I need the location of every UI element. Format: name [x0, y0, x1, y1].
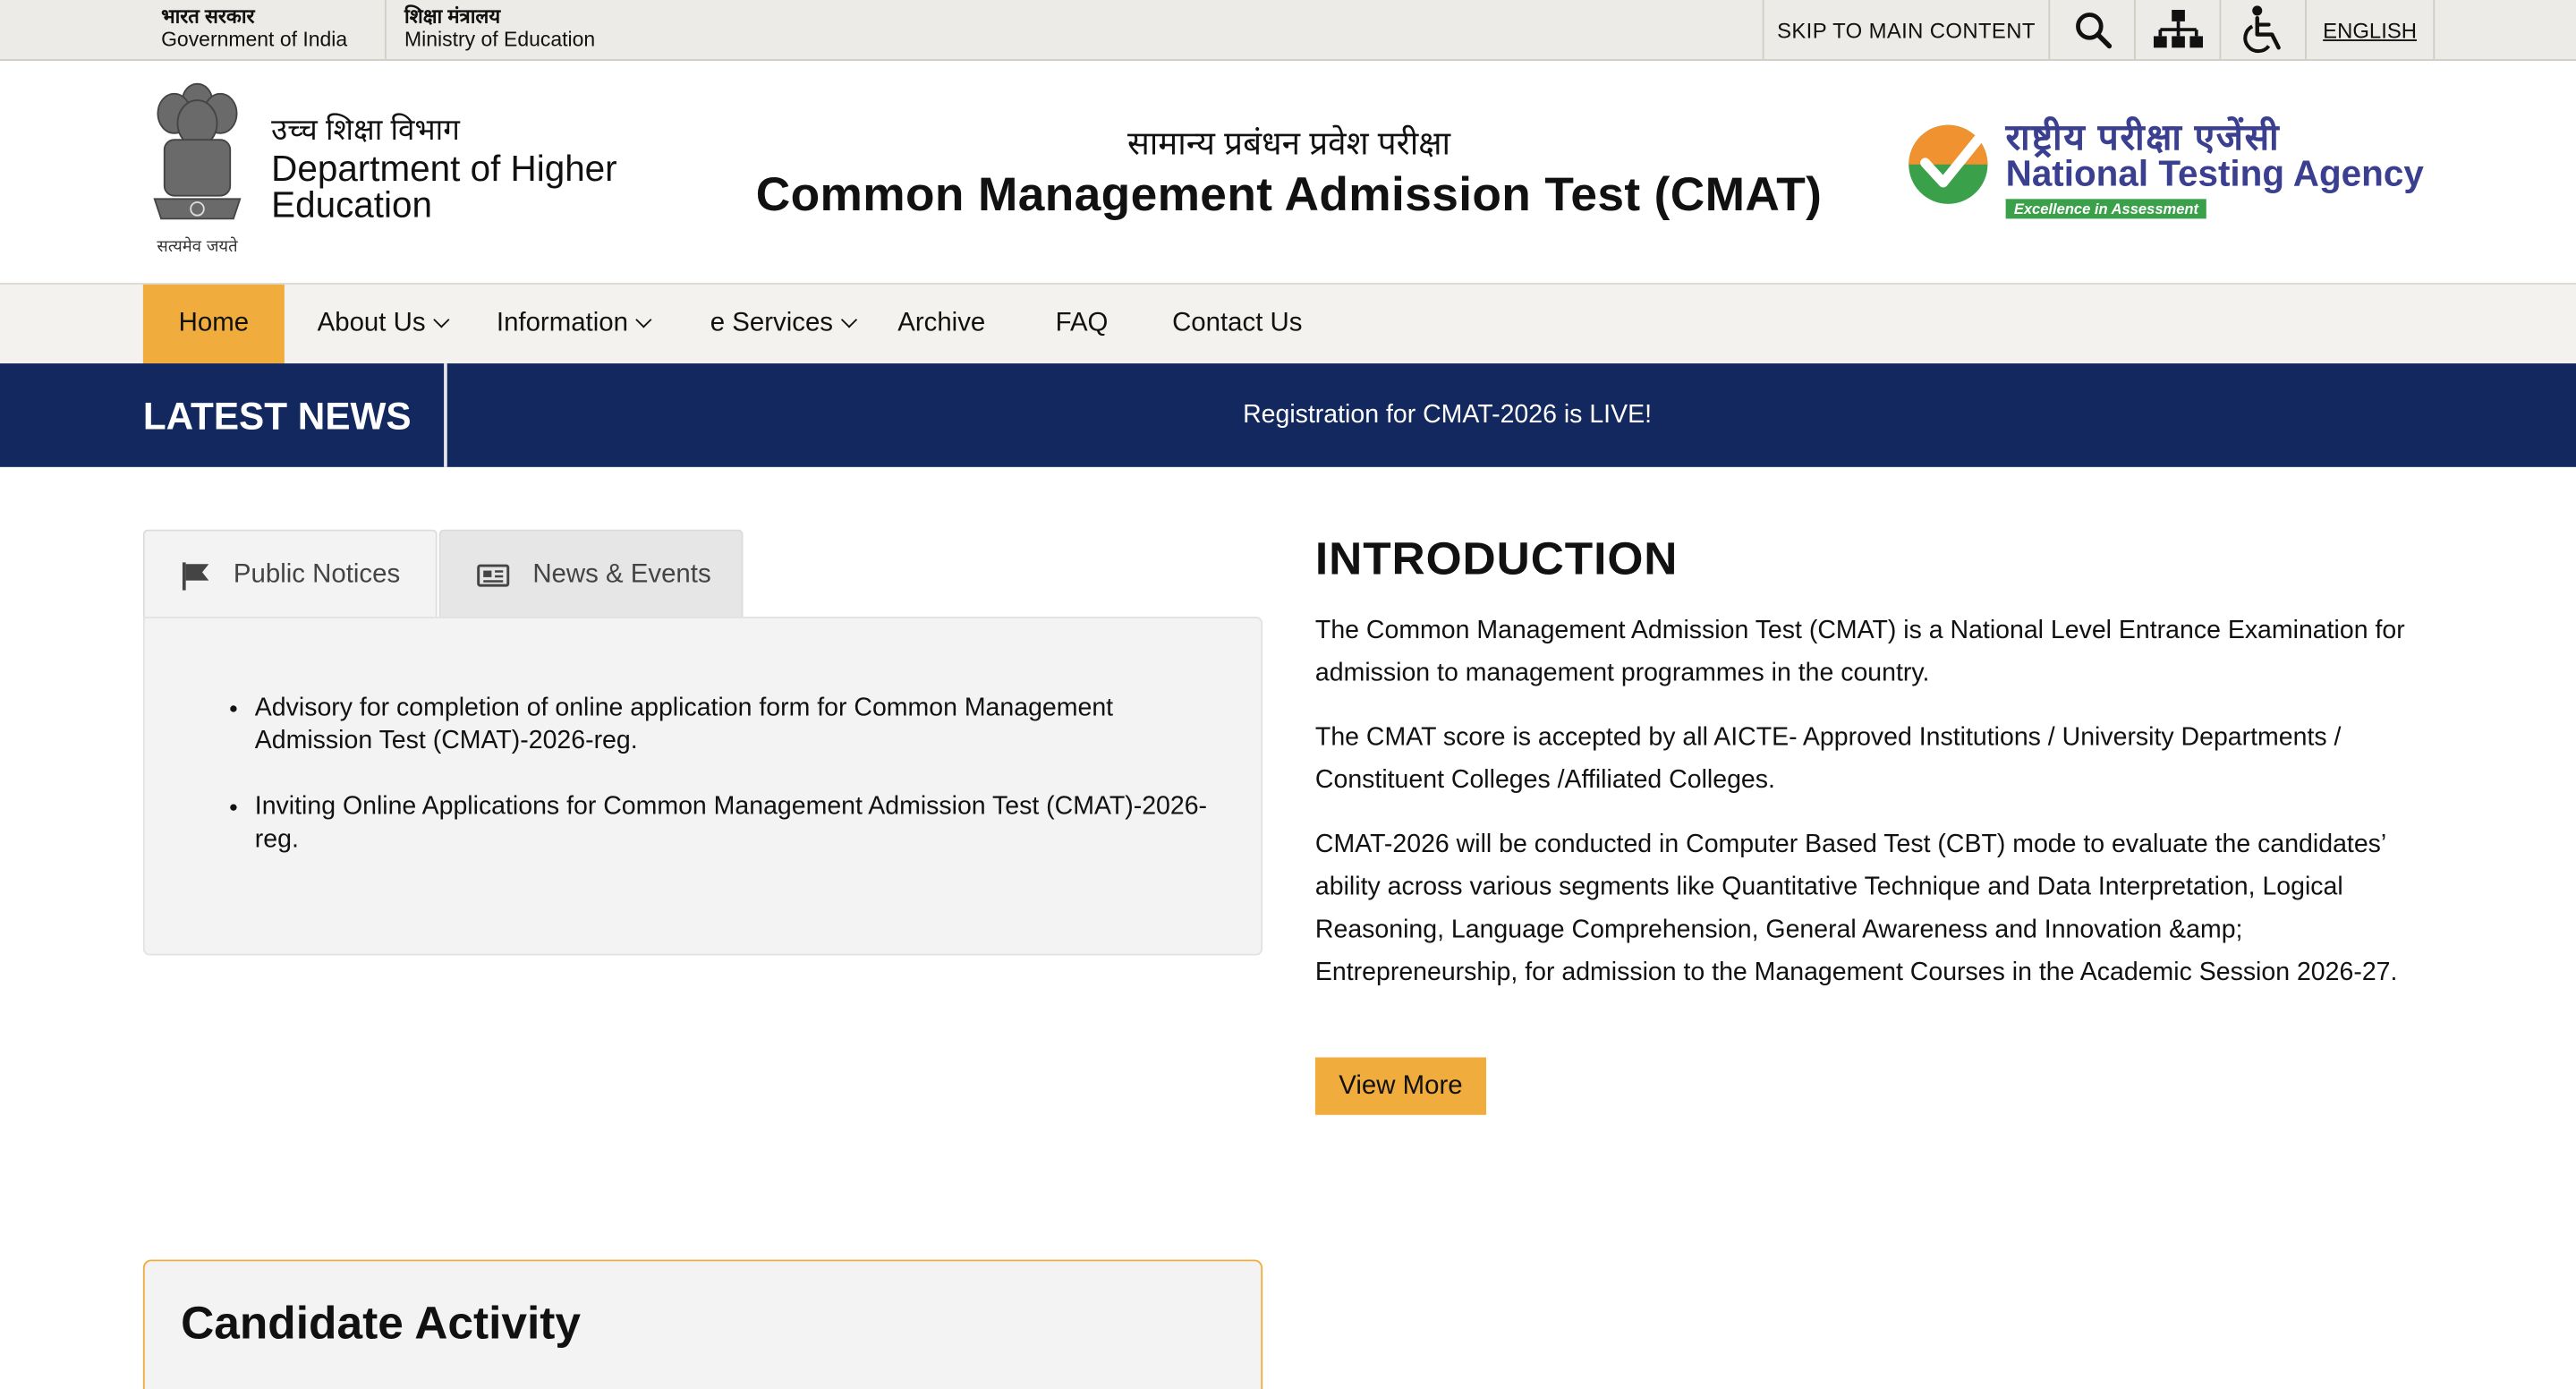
search-button[interactable] — [2048, 0, 2134, 60]
exam-title-english: Common Management Admission Test (CMAT) — [755, 169, 1823, 223]
chevron-down-icon — [840, 311, 857, 328]
nav-archive[interactable]: Archive — [897, 285, 985, 363]
nav-contact-us[interactable]: Contact Us — [1172, 285, 1302, 363]
national-emblem-logo: सत्यमेव जयते — [153, 82, 242, 256]
tab-public-notices[interactable]: Public Notices — [142, 529, 438, 618]
intro-paragraph: CMAT-2026 will be conducted in Computer … — [1314, 830, 2398, 987]
ministry-link[interactable]: शिक्षा मंत्रालय Ministry of Education — [404, 5, 595, 51]
candidate-activity-panel: Candidate Activity — [142, 1259, 1263, 1389]
latest-news-label: LATEST NEWS — [142, 394, 412, 438]
main-nav: Home About Us Information e Services Arc… — [0, 283, 2576, 364]
notice-link[interactable]: Advisory for completion of online applic… — [255, 693, 1225, 758]
nav-faq[interactable]: FAQ — [1056, 285, 1109, 363]
accessibility-button[interactable] — [2219, 0, 2305, 60]
notice-link[interactable]: Inviting Online Applications for Common … — [255, 791, 1225, 856]
accessibility-icon — [2242, 5, 2280, 54]
divider — [444, 363, 447, 467]
nta-logo[interactable] — [1904, 120, 1993, 209]
introduction-heading: INTRODUCTION — [1314, 533, 1679, 584]
nta-tagline: Excellence in Assessment — [2005, 199, 2207, 219]
ministry-english: Ministry of Education — [404, 28, 596, 51]
gov-india-link[interactable]: भारत सरकार Government of India — [161, 5, 347, 51]
ministry-hindi: शिक्षा मंत्रालय — [404, 4, 501, 29]
public-notices-panel: Advisory for completion of online applic… — [142, 617, 1263, 956]
nav-home-label: Home — [178, 309, 250, 337]
chevron-down-icon — [635, 311, 652, 328]
candidate-activity-heading: Candidate Activity — [181, 1297, 582, 1349]
skip-label: SKIP TO MAIN CONTENT — [1777, 17, 2036, 42]
language-selector[interactable]: ENGLISH — [2305, 0, 2436, 60]
site-header: सत्यमेव जयते उच्च शिक्षा विभाग Departmen… — [0, 60, 2576, 284]
nav-contact-us-label: Contact Us — [1172, 309, 1303, 337]
dept-name-english: Department of Higher Education — [271, 148, 617, 226]
notices-list: Advisory for completion of online applic… — [255, 693, 1225, 890]
newspaper-icon — [477, 563, 510, 586]
view-more-button[interactable]: View More — [1314, 1057, 1487, 1115]
tab-news-events[interactable]: News & Events — [438, 529, 744, 618]
flag-icon — [182, 561, 209, 590]
nav-archive-label: Archive — [897, 309, 986, 337]
nav-information-label: Information — [496, 309, 628, 337]
latest-news-ticker-item[interactable]: Registration for CMAT-2026 is LIVE! — [1243, 401, 1652, 430]
tab-news-events-label: News & Events — [532, 559, 711, 588]
chevron-down-icon — [432, 311, 450, 328]
intro-paragraph: The Common Management Admission Test (CM… — [1314, 617, 2405, 688]
nav-faq-label: FAQ — [1055, 309, 1109, 337]
language-label: ENGLISH — [2323, 17, 2418, 42]
gov-bar: भारत सरकार Government of India शिक्षा मं… — [0, 0, 2576, 61]
skip-to-main-content-link[interactable]: SKIP TO MAIN CONTENT — [1762, 0, 2049, 60]
exam-title-hindi: सामान्य प्रबंधन प्रवेश परीक्षा — [1126, 126, 1451, 163]
dept-name-hindi: उच्च शिक्षा विभाग — [271, 113, 460, 147]
nav-information[interactable]: Information — [496, 285, 652, 363]
nav-e-services[interactable]: e Services — [710, 285, 857, 363]
emblem-motto: सत्यमेव जयते — [157, 236, 238, 256]
tab-public-notices-label: Public Notices — [233, 559, 401, 588]
latest-news-bar: LATEST NEWS Registration for CMAT-2026 i… — [0, 363, 2576, 467]
nav-about-us[interactable]: About Us — [317, 285, 450, 363]
nav-e-services-label: e Services — [710, 309, 834, 337]
gov-india-hindi: भारत सरकार — [161, 4, 255, 29]
gov-india-english: Government of India — [161, 28, 348, 51]
nav-home[interactable]: Home — [142, 284, 285, 364]
search-icon — [2075, 13, 2112, 49]
divider — [384, 0, 387, 60]
nta-name-english: National Testing Agency — [2005, 152, 2424, 194]
sitemap-button[interactable] — [2133, 0, 2220, 60]
intro-paragraph: The CMAT score is accepted by all AICTE-… — [1314, 723, 2342, 795]
sitemap-icon — [2153, 10, 2203, 48]
nav-about-us-label: About Us — [317, 309, 426, 337]
